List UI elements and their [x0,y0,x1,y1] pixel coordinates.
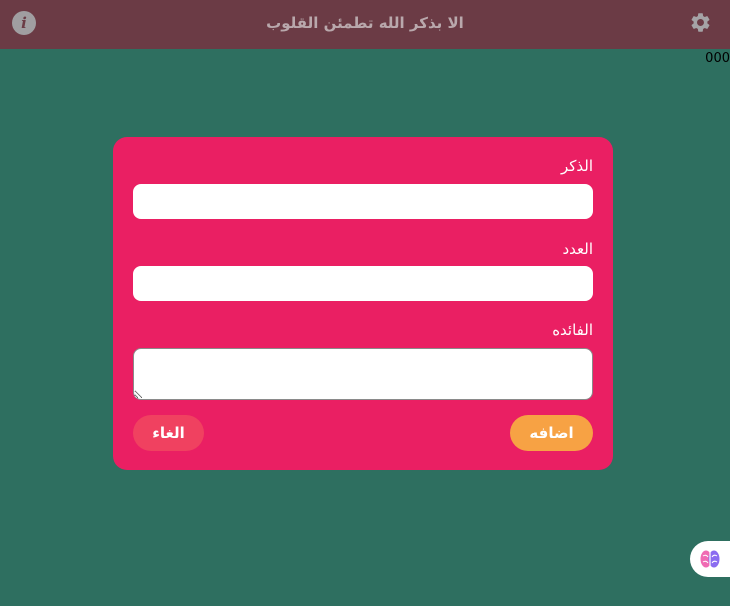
count-input[interactable] [133,266,593,301]
benefit-label: الفائده [552,321,593,339]
count-label: العدد [562,240,593,258]
brain-icon [700,550,720,568]
benefit-textarea[interactable] [133,348,593,400]
dhikr-label: الذكر [560,157,593,175]
settings-button[interactable] [689,11,712,34]
brain-button[interactable] [690,541,730,577]
app-title: الا بذكر الله تطمئن القلوب [266,14,464,32]
add-button[interactable]: اضافه [510,415,593,451]
counter-display: 000 [705,51,730,66]
top-bar: i الا بذكر الله تطمئن القلوب [0,0,730,49]
dhikr-input[interactable] [133,184,593,219]
add-dhikr-form: الذكر العدد الفائده اضافه الغاء [113,137,613,470]
cancel-button[interactable]: الغاء [133,415,204,451]
gear-icon [691,13,710,32]
